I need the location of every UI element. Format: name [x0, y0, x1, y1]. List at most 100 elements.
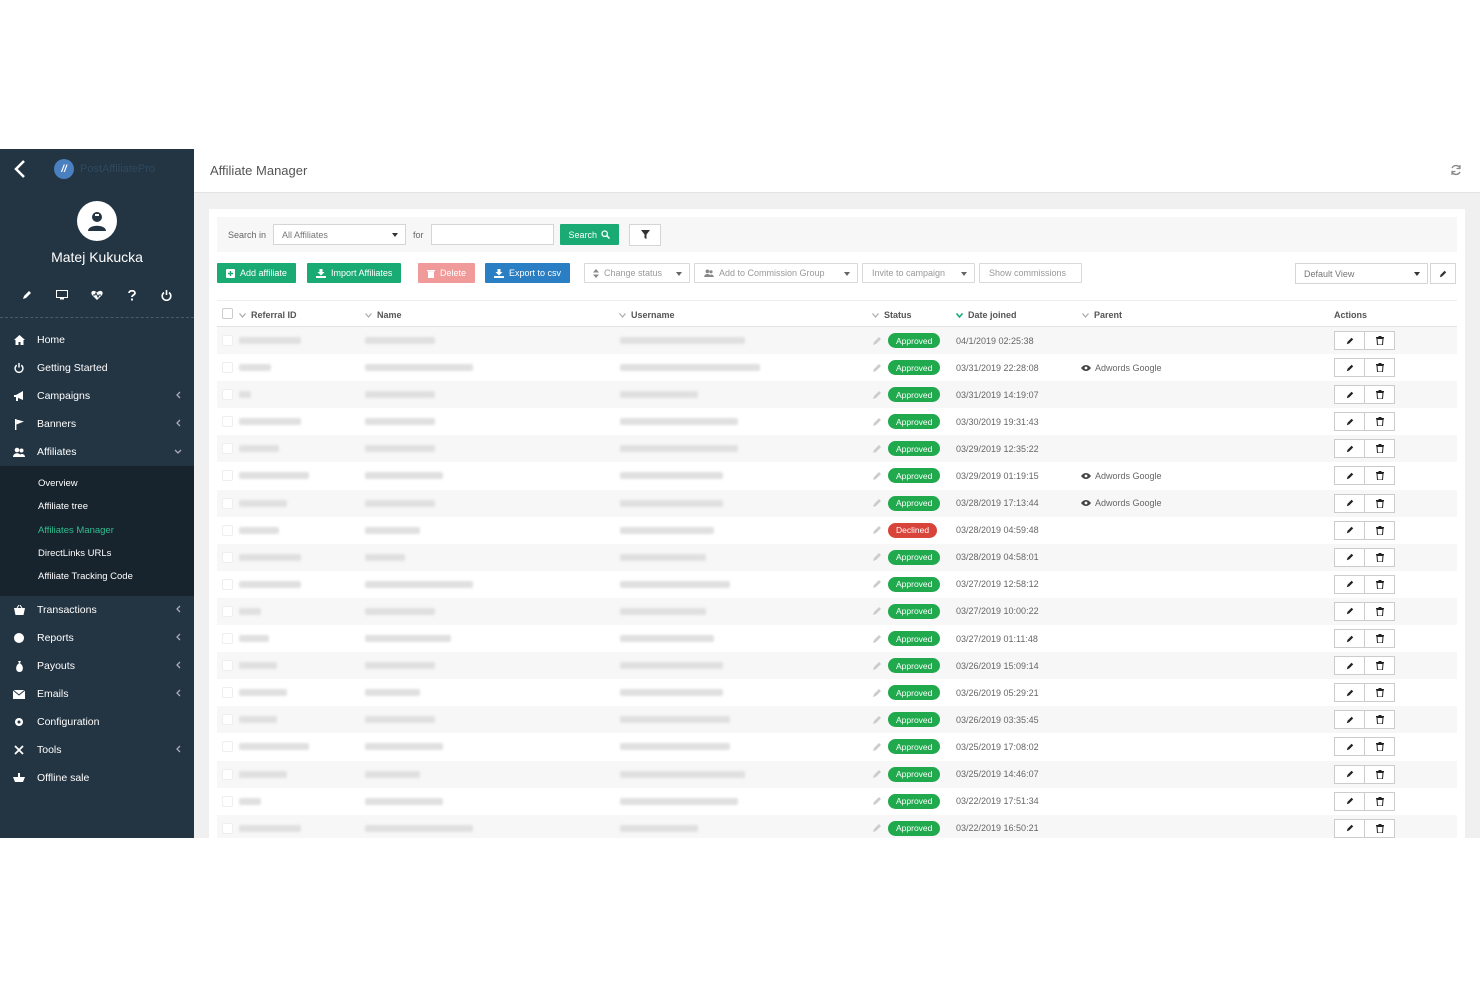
- edit-status-pencil-icon[interactable]: [872, 823, 882, 833]
- edit-affiliate-button[interactable]: [1334, 466, 1365, 486]
- sidebar-item-affiliates[interactable]: Affiliates: [0, 438, 194, 466]
- delete-affiliate-button[interactable]: [1364, 791, 1395, 811]
- edit-affiliate-button[interactable]: [1334, 574, 1365, 594]
- delete-affiliate-button[interactable]: [1364, 385, 1395, 405]
- row-checkbox[interactable]: [222, 435, 233, 462]
- column-header-username[interactable]: Username: [619, 310, 675, 320]
- table-row[interactable]: Approved 03/31/2019 14:19:07: [217, 381, 1457, 409]
- subnav-item-affiliate-tree[interactable]: Affiliate tree: [0, 495, 194, 518]
- import-affiliates-button[interactable]: Import Affiliates: [307, 263, 402, 283]
- edit-status-pencil-icon[interactable]: [872, 579, 882, 589]
- subnav-item-affiliates-manager[interactable]: Affiliates Manager: [0, 519, 194, 542]
- row-checkbox[interactable]: [222, 408, 233, 435]
- edit-status-pencil-icon[interactable]: [872, 363, 882, 373]
- row-checkbox[interactable]: [222, 598, 233, 625]
- edit-status-pencil-icon[interactable]: [872, 769, 882, 779]
- edit-affiliate-button[interactable]: [1334, 791, 1365, 811]
- edit-affiliate-button[interactable]: [1334, 656, 1365, 676]
- select-all-checkbox[interactable]: [222, 308, 233, 319]
- table-row[interactable]: Approved 03/28/2019 04:58:01: [217, 543, 1457, 571]
- table-row[interactable]: Approved 03/26/2019 05:29:21: [217, 679, 1457, 706]
- edit-affiliate-button[interactable]: [1334, 385, 1365, 405]
- sidebar-item-campaigns[interactable]: Campaigns: [0, 382, 194, 410]
- table-row[interactable]: Approved 03/31/2019 22:28:08 Adwords Googl…: [217, 354, 1457, 381]
- heartbeat-icon[interactable]: [89, 287, 105, 303]
- row-checkbox[interactable]: [222, 571, 233, 598]
- refresh-icon[interactable]: [1450, 164, 1462, 176]
- table-row[interactable]: Approved 03/28/2019 17:13:44 Adwords Googl…: [217, 489, 1457, 517]
- parent-name[interactable]: Adwords Google: [1095, 363, 1162, 373]
- edit-affiliate-button[interactable]: [1334, 601, 1365, 621]
- help-icon[interactable]: [124, 287, 140, 303]
- eye-icon[interactable]: [1081, 364, 1091, 371]
- row-checkbox[interactable]: [222, 679, 233, 706]
- filter-button[interactable]: [629, 223, 662, 246]
- table-row[interactable]: Approved 03/26/2019 03:35:45: [217, 706, 1457, 734]
- delete-affiliate-button[interactable]: [1364, 358, 1395, 378]
- delete-affiliate-button[interactable]: [1364, 547, 1395, 567]
- logout-power-icon[interactable]: [159, 287, 175, 303]
- sidebar-item-banners[interactable]: Banners: [0, 410, 194, 438]
- invite-campaign-dropdown[interactable]: Invite to campaign: [862, 263, 975, 283]
- delete-affiliate-button[interactable]: [1364, 520, 1395, 540]
- back-arrow-icon[interactable]: [0, 149, 40, 189]
- delete-affiliate-button[interactable]: [1364, 439, 1395, 459]
- table-row[interactable]: Declined 03/28/2019 04:59:48: [217, 517, 1457, 544]
- parent-name[interactable]: Adwords Google: [1095, 471, 1162, 481]
- sidebar-item-offline-sale[interactable]: Offline sale: [0, 764, 194, 792]
- table-row[interactable]: Approved 03/22/2019 16:50:21: [217, 814, 1457, 838]
- table-row[interactable]: Approved 03/27/2019 10:00:22: [217, 597, 1457, 626]
- view-select[interactable]: Default View: [1295, 263, 1428, 284]
- row-checkbox[interactable]: [222, 517, 233, 544]
- table-row[interactable]: Approved 03/26/2019 15:09:14: [217, 652, 1457, 680]
- edit-status-pencil-icon[interactable]: [872, 417, 882, 427]
- delete-affiliate-button[interactable]: [1364, 764, 1395, 784]
- row-checkbox[interactable]: [222, 625, 233, 652]
- column-header-status[interactable]: Status: [872, 310, 912, 320]
- search-button[interactable]: Search: [559, 224, 620, 245]
- edit-status-pencil-icon[interactable]: [872, 390, 882, 400]
- edit-status-pencil-icon[interactable]: [872, 498, 882, 508]
- edit-status-pencil-icon[interactable]: [872, 634, 882, 644]
- edit-affiliate-button[interactable]: [1334, 737, 1365, 757]
- table-row[interactable]: Approved 04/1/2019 02:25:38: [217, 327, 1457, 355]
- edit-affiliate-button[interactable]: [1334, 764, 1365, 784]
- row-checkbox[interactable]: [222, 490, 233, 517]
- edit-affiliate-button[interactable]: [1334, 818, 1365, 838]
- row-checkbox[interactable]: [222, 815, 233, 838]
- eye-icon[interactable]: [1081, 472, 1091, 479]
- edit-affiliate-button[interactable]: [1334, 710, 1365, 730]
- table-row[interactable]: Approved 03/25/2019 17:08:02: [217, 733, 1457, 760]
- edit-status-pencil-icon[interactable]: [872, 796, 882, 806]
- table-row[interactable]: Approved 03/27/2019 12:58:12: [217, 571, 1457, 598]
- delete-button[interactable]: Delete: [418, 263, 476, 283]
- edit-status-pencil-icon[interactable]: [872, 336, 882, 346]
- edit-affiliate-button[interactable]: [1334, 439, 1365, 459]
- sidebar-item-reports[interactable]: Reports: [0, 624, 194, 652]
- delete-affiliate-button[interactable]: [1364, 683, 1395, 703]
- table-row[interactable]: Approved 03/27/2019 01:11:48: [217, 625, 1457, 652]
- edit-status-pencil-icon[interactable]: [872, 742, 882, 752]
- table-row[interactable]: Approved 03/25/2019 14:46:07: [217, 760, 1457, 788]
- column-header-referral-id[interactable]: Referral ID: [239, 310, 297, 320]
- edit-affiliate-button[interactable]: [1334, 520, 1365, 540]
- add-commission-group-dropdown[interactable]: Add to Commission Group: [694, 263, 858, 283]
- sidebar-item-transactions[interactable]: Transactions: [0, 596, 194, 624]
- delete-affiliate-button[interactable]: [1364, 331, 1395, 350]
- row-checkbox[interactable]: [222, 354, 233, 381]
- search-input[interactable]: [430, 224, 554, 245]
- delete-affiliate-button[interactable]: [1364, 493, 1395, 513]
- edit-view-button[interactable]: [1430, 263, 1456, 284]
- parent-name[interactable]: Adwords Google: [1095, 498, 1162, 508]
- avatar[interactable]: [77, 201, 117, 241]
- edit-status-pencil-icon[interactable]: [872, 552, 882, 562]
- delete-affiliate-button[interactable]: [1364, 574, 1395, 594]
- edit-status-pencil-icon[interactable]: [872, 661, 882, 671]
- edit-affiliate-button[interactable]: [1334, 683, 1365, 703]
- add-affiliate-button[interactable]: Add affiliate: [217, 263, 296, 283]
- edit-status-pencil-icon[interactable]: [872, 471, 882, 481]
- change-status-dropdown[interactable]: Change status: [584, 263, 690, 283]
- delete-affiliate-button[interactable]: [1364, 656, 1395, 676]
- row-checkbox[interactable]: [222, 462, 233, 489]
- edit-status-pencil-icon[interactable]: [872, 715, 882, 725]
